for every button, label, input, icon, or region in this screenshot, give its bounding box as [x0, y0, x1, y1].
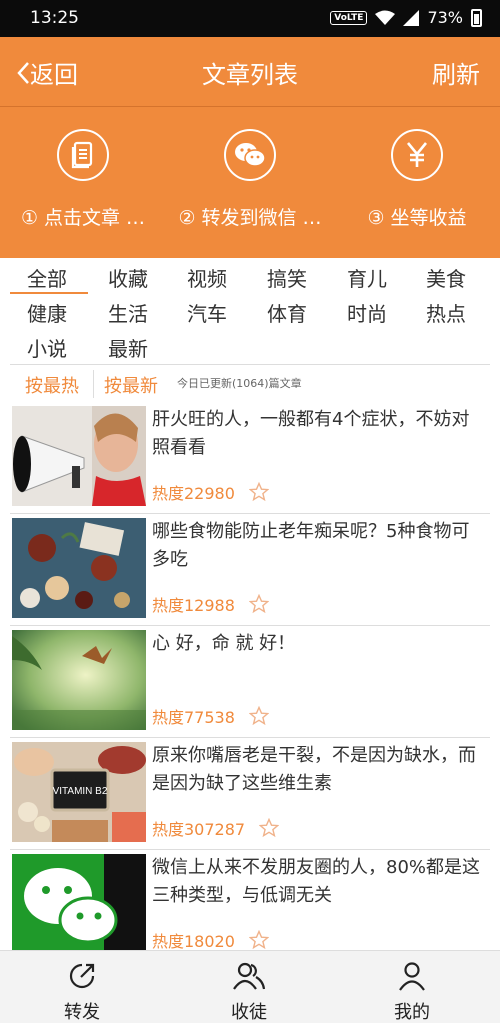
list-item[interactable]: 哪些食物能防止老年痴呆呢？5种食物可多吃 热度12988 [0, 514, 500, 626]
step-forward-wechat[interactable]: ② 转发到微信 … [167, 129, 333, 230]
user-icon [399, 962, 425, 991]
active-category-underline [10, 292, 88, 294]
article-title: 原来你嘴唇老是干裂，不是因为缺水，而是因为缺了这些维生素 [152, 745, 476, 794]
status-bar: 13:25 VoLTE 73% [0, 0, 500, 37]
heat-value: 热度12988 [152, 596, 235, 615]
header-panel: 返回 文章列表 刷新 ① 点击文章 … ② 转发到微信 … ③ 坐等收益 [0, 37, 500, 258]
category-novel[interactable]: 小说 [27, 333, 97, 362]
heat-value: 热度77538 [152, 708, 235, 727]
thumbnail-vitamin-text: VITAMIN B2 [53, 786, 108, 797]
sort-bar: 按最热 按最新 今日已更新(1064)篇文章 [0, 366, 500, 402]
tab-label: 我的 [394, 1002, 430, 1023]
star-icon[interactable] [259, 818, 280, 838]
article-title: 哪些食物能防止老年痴呆呢？5种食物可多吃 [152, 521, 470, 570]
update-note: 今日已更新(1064)篇文章 [177, 377, 302, 390]
tab-label: 转发 [64, 1002, 100, 1023]
list-item[interactable]: 肝火旺的人，一般都有4个症状，不妨对照看看 热度22980 [0, 402, 500, 514]
bottom-tab-bar: 转发 收徒 我的 [0, 950, 500, 1023]
document-icon [57, 129, 109, 181]
status-icons: VoLTE 73% [330, 8, 482, 27]
battery-percent: 73% [427, 8, 463, 27]
category-favorites[interactable]: 收藏 [108, 263, 178, 292]
star-icon[interactable] [248, 706, 269, 726]
star-icon[interactable] [248, 482, 269, 502]
step-click-article[interactable]: ① 点击文章 … [0, 129, 166, 230]
article-thumbnail [12, 518, 146, 618]
heat-value: 热度307287 [152, 820, 246, 839]
list-item[interactable]: 心 好，命 就 好！ 热度77538 [0, 626, 500, 738]
category-sports[interactable]: 体育 [267, 298, 337, 327]
category-cars[interactable]: 汽车 [187, 298, 257, 327]
users-icon [233, 962, 266, 990]
battery-icon [471, 8, 482, 27]
category-parenting[interactable]: 育儿 [347, 263, 417, 292]
category-health[interactable]: 健康 [27, 298, 97, 327]
sort-new-button[interactable]: 按最新 [104, 372, 158, 398]
category-funny[interactable]: 搞笑 [267, 263, 337, 292]
article-thumbnail [12, 854, 146, 954]
star-icon[interactable] [248, 594, 269, 614]
signal-icon [403, 9, 420, 26]
category-all[interactable]: 全部 [27, 263, 97, 292]
article-heat: 热度77538 [152, 704, 269, 728]
list-item[interactable]: VITAMIN B2 原来你嘴唇老是干裂，不是因为缺水，而是因为缺了这些维生素 … [0, 738, 500, 850]
category-grid: 全部 收藏 视频 搞笑 育儿 美食 健康 生活 汽车 体育 时尚 热点 小说 最… [0, 263, 500, 363]
article-title: 微信上从来不发朋友圈的人，80%都是这三种类型，与低调无关 [152, 857, 481, 906]
volte-icon: VoLTE [330, 10, 368, 25]
article-heat: 热度18020 [152, 928, 269, 952]
tab-share[interactable]: 转发 [22, 961, 142, 1023]
wechat-icon [224, 129, 276, 181]
category-fashion[interactable]: 时尚 [347, 298, 417, 327]
category-food[interactable]: 美食 [426, 263, 496, 292]
star-icon[interactable] [248, 930, 269, 950]
sort-hot-button[interactable]: 按最热 [25, 372, 79, 398]
yen-icon [391, 129, 443, 181]
steps-row: ① 点击文章 … ② 转发到微信 … ③ 坐等收益 [0, 129, 500, 239]
article-heat: 热度12988 [152, 592, 269, 616]
share-icon [69, 963, 95, 989]
step-label: ② 转发到微信 … [178, 207, 322, 229]
heat-value: 热度22980 [152, 484, 235, 503]
refresh-button[interactable]: 刷新 [432, 55, 480, 90]
tab-apprentice[interactable]: 收徒 [189, 961, 309, 1023]
status-time: 13:25 [30, 8, 79, 28]
step-label: ① 点击文章 … [20, 207, 146, 229]
article-heat: 热度22980 [152, 480, 269, 504]
sort-separator [93, 370, 94, 398]
category-life[interactable]: 生活 [108, 298, 178, 327]
list-item[interactable]: 微信上从来不发朋友圈的人，80%都是这三种类型，与低调无关 热度18020 [0, 850, 500, 962]
step-label: ③ 坐等收益 [367, 207, 467, 229]
article-title: 心 好，命 就 好！ [152, 633, 296, 654]
article-thumbnail [12, 630, 146, 730]
wifi-icon [375, 10, 396, 25]
article-heat: 热度307287 [152, 816, 280, 840]
page-title: 文章列表 [202, 61, 298, 89]
article-thumbnail: VITAMIN B2 [12, 742, 146, 842]
article-title: 肝火旺的人，一般都有4个症状，不妨对照看看 [152, 409, 470, 458]
nav-bar: 返回 文章列表 刷新 [0, 37, 500, 107]
heat-value: 热度18020 [152, 932, 235, 951]
tab-label: 收徒 [231, 1002, 267, 1023]
step-earn[interactable]: ③ 坐等收益 [334, 129, 500, 230]
divider [10, 364, 490, 365]
article-thumbnail [12, 406, 146, 506]
category-latest[interactable]: 最新 [108, 333, 178, 362]
category-video[interactable]: 视频 [187, 263, 257, 292]
category-hot[interactable]: 热点 [426, 298, 496, 327]
tab-mine[interactable]: 我的 [352, 961, 472, 1023]
